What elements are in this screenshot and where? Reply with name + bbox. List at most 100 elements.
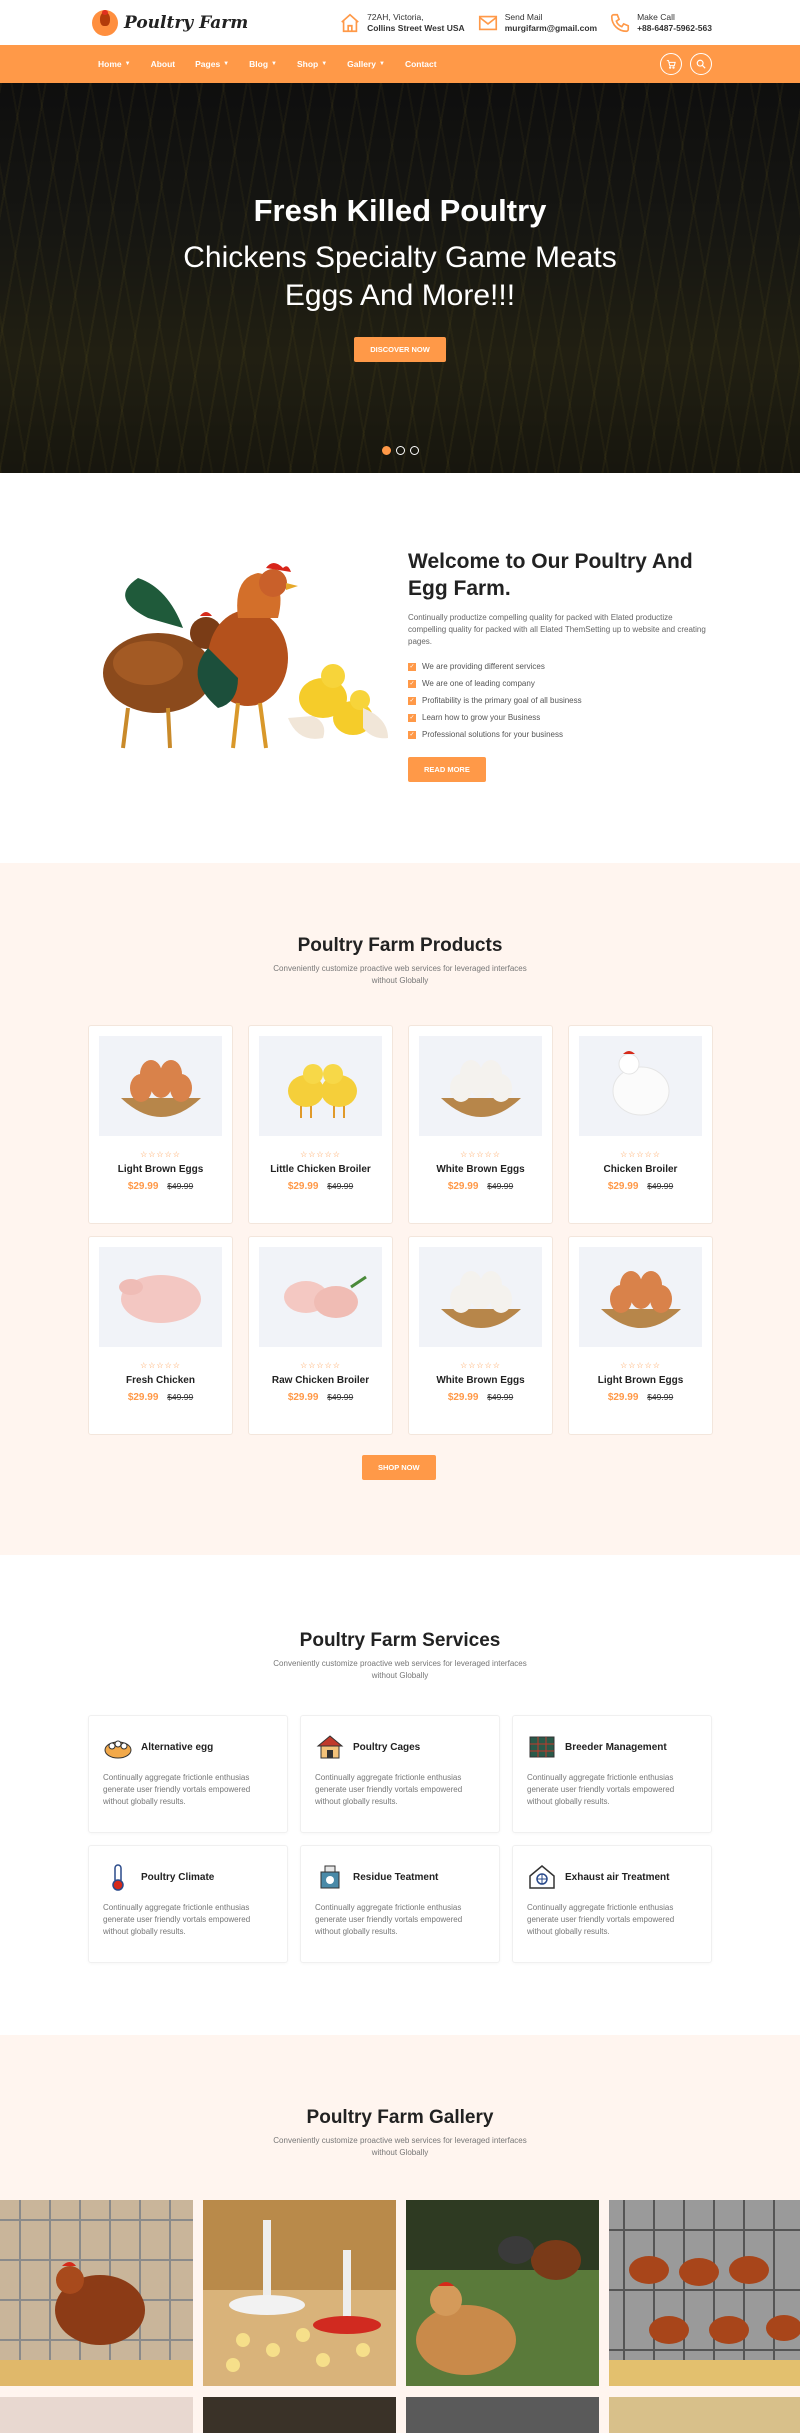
current-price: $29.99: [447, 1181, 479, 1192]
service-header: Poultry Climate: [103, 1862, 273, 1892]
service-card[interactable]: Exhaust air Treatment Continually aggreg…: [512, 1845, 712, 1963]
product-price: $29.99 $49.99: [89, 1392, 232, 1403]
product-name[interactable]: White Brown Eggs: [409, 1375, 552, 1386]
product-image[interactable]: [579, 1036, 702, 1136]
service-title[interactable]: Poultry Climate: [141, 1872, 214, 1883]
product-name[interactable]: Fresh Chicken: [89, 1375, 232, 1386]
phone-number[interactable]: +88-6487-5962-563: [637, 23, 712, 34]
services-title: Poultry Farm Services: [299, 1630, 501, 1651]
product-image[interactable]: [419, 1247, 542, 1347]
slider-dot-1[interactable]: [381, 446, 391, 455]
product-card[interactable]: ☆☆☆☆☆ Light Brown Eggs $29.99 $49.99: [88, 1025, 233, 1224]
nav-home[interactable]: Home ▼: [98, 59, 131, 69]
product-image[interactable]: [99, 1247, 222, 1347]
gallery-image-5[interactable]: [0, 2397, 193, 2433]
breeder-icon: [529, 1736, 555, 1758]
service-title[interactable]: Poultry Cages: [353, 1742, 420, 1753]
service-card[interactable]: Poultry Climate Continually aggregate fr…: [88, 1845, 288, 1963]
shop-now-button[interactable]: SHOP NOW: [362, 1455, 436, 1480]
service-title[interactable]: Residue Teatment: [353, 1872, 438, 1883]
mail-label: Send Mail: [504, 11, 543, 22]
product-card[interactable]: ☆☆☆☆☆ White Brown Eggs $29.99 $49.99: [408, 1236, 553, 1435]
service-description: Continually aggregate frictionle enthusi…: [315, 1773, 463, 1806]
nav-blog[interactable]: Blog ▼: [249, 59, 277, 69]
service-description: Continually aggregate frictionle enthusi…: [103, 1773, 251, 1806]
product-image[interactable]: [99, 1036, 222, 1136]
gallery-image-caged-hens[interactable]: [0, 2200, 193, 2386]
product-name[interactable]: Light Brown Eggs: [89, 1164, 232, 1175]
service-card[interactable]: Breeder Management Continually aggregate…: [512, 1715, 712, 1833]
nav-about[interactable]: About: [151, 59, 176, 69]
product-price: $29.99 $49.99: [569, 1392, 712, 1403]
service-card[interactable]: Poultry Cages Continually aggregate fric…: [300, 1715, 500, 1833]
nav-gallery-label: Gallery: [347, 59, 376, 69]
cart-button[interactable]: [660, 53, 682, 75]
nav-contact[interactable]: Contact: [405, 59, 437, 69]
hero-content: Fresh Killed Poultry Chickens Specialty …: [0, 193, 800, 362]
slider-dot-2[interactable]: [395, 446, 405, 455]
read-more-button[interactable]: READ MORE: [408, 757, 486, 782]
chevron-down-icon: ▼: [223, 61, 230, 67]
hen-cages-photo: [609, 2200, 800, 2386]
rating-stars: ☆☆☆☆☆: [460, 1361, 501, 1370]
service-card[interactable]: Residue Teatment Continually aggregate f…: [300, 1845, 500, 1963]
hero-slider: Fresh Killed Poultry Chickens Specialty …: [0, 83, 800, 473]
product-price: $29.99 $49.99: [249, 1181, 392, 1192]
rating-stars: ☆☆☆☆☆: [140, 1361, 181, 1370]
product-image[interactable]: [579, 1247, 702, 1347]
product-image[interactable]: [259, 1247, 382, 1347]
old-price: $49.99: [167, 1392, 194, 1402]
contact-phone[interactable]: Make Call +88-6487-5962-563: [609, 12, 712, 34]
product-card[interactable]: ☆☆☆☆☆ Little Chicken Broiler $29.99 $49.…: [248, 1025, 393, 1224]
gallery-image-hen-cages[interactable]: [609, 2200, 800, 2386]
gallery-image-6[interactable]: [203, 2397, 396, 2433]
product-card[interactable]: ☆☆☆☆☆ Raw Chicken Broiler $29.99 $49.99: [248, 1236, 393, 1435]
service-description: Continually aggregate frictionle enthusi…: [103, 1903, 251, 1936]
discover-now-button[interactable]: DISCOVER NOW: [354, 337, 446, 362]
product-name[interactable]: Chicken Broiler: [569, 1164, 712, 1175]
white-eggs-image: [440, 1060, 521, 1117]
chickens-illustration: [103, 563, 388, 749]
service-title[interactable]: Breeder Management: [565, 1742, 667, 1753]
product-name[interactable]: Little Chicken Broiler: [249, 1164, 392, 1175]
product-card[interactable]: ☆☆☆☆☆ Chicken Broiler $29.99 $49.99: [568, 1025, 713, 1224]
product-card[interactable]: ☆☆☆☆☆ White Brown Eggs $29.99 $49.99: [408, 1025, 553, 1224]
product-name[interactable]: Light Brown Eggs: [569, 1375, 712, 1386]
brand-logo[interactable]: Poultry Farm: [92, 9, 248, 36]
list-item: ✓ We are providing different services: [408, 658, 708, 675]
gallery-image-free-range-hens[interactable]: [406, 2200, 599, 2386]
mail-icon: [478, 15, 497, 30]
nav-pages[interactable]: Pages ▼: [195, 59, 229, 69]
nav-gallery[interactable]: Gallery ▼: [347, 59, 385, 69]
mail-address[interactable]: murgifarm@gmail.com: [505, 23, 597, 34]
slider-dots: [0, 446, 800, 455]
product-price: $29.99 $49.99: [409, 1392, 552, 1403]
old-price: $49.99: [487, 1181, 514, 1191]
list-item: ✓ Learn how to grow your Business: [408, 709, 708, 726]
service-title[interactable]: Alternative egg: [141, 1742, 213, 1753]
feature-text: We are providing different services: [422, 662, 545, 671]
contact-mail[interactable]: Send Mail murgifarm@gmail.com: [477, 12, 597, 34]
check-icon: ✓: [408, 730, 416, 739]
gallery-image-chick-feeders[interactable]: [203, 2200, 396, 2386]
service-title[interactable]: Exhaust air Treatment: [565, 1872, 669, 1883]
nav-shop[interactable]: Shop ▼: [297, 59, 327, 69]
feature-text: Professional solutions for your business: [422, 730, 563, 739]
slider-dot-3[interactable]: [409, 446, 419, 455]
product-card[interactable]: ☆☆☆☆☆ Light Brown Eggs $29.99 $49.99: [568, 1236, 713, 1435]
egg-tray-icon: [104, 1740, 132, 1759]
list-item: ✓ Professional solutions for your busines…: [408, 726, 708, 743]
products-title: Poultry Farm Products: [297, 935, 503, 956]
gallery-image-7[interactable]: [406, 2397, 599, 2433]
gallery-image-8[interactable]: [609, 2397, 800, 2433]
search-button[interactable]: [690, 53, 712, 75]
service-card[interactable]: Alternative egg Continually aggregate fr…: [88, 1715, 288, 1833]
product-name[interactable]: Raw Chicken Broiler: [249, 1375, 392, 1386]
product-image[interactable]: [419, 1036, 542, 1136]
features-list: ✓ We are providing different services ✓ We…: [408, 658, 708, 743]
product-card[interactable]: ☆☆☆☆☆ Fresh Chicken $29.99 $49.99: [88, 1236, 233, 1435]
product-price: $29.99 $49.99: [569, 1181, 712, 1192]
product-image[interactable]: [259, 1036, 382, 1136]
product-name[interactable]: White Brown Eggs: [409, 1164, 552, 1175]
welcome-content: Welcome to Our Poultry And Egg Farm. Con…: [408, 548, 708, 782]
